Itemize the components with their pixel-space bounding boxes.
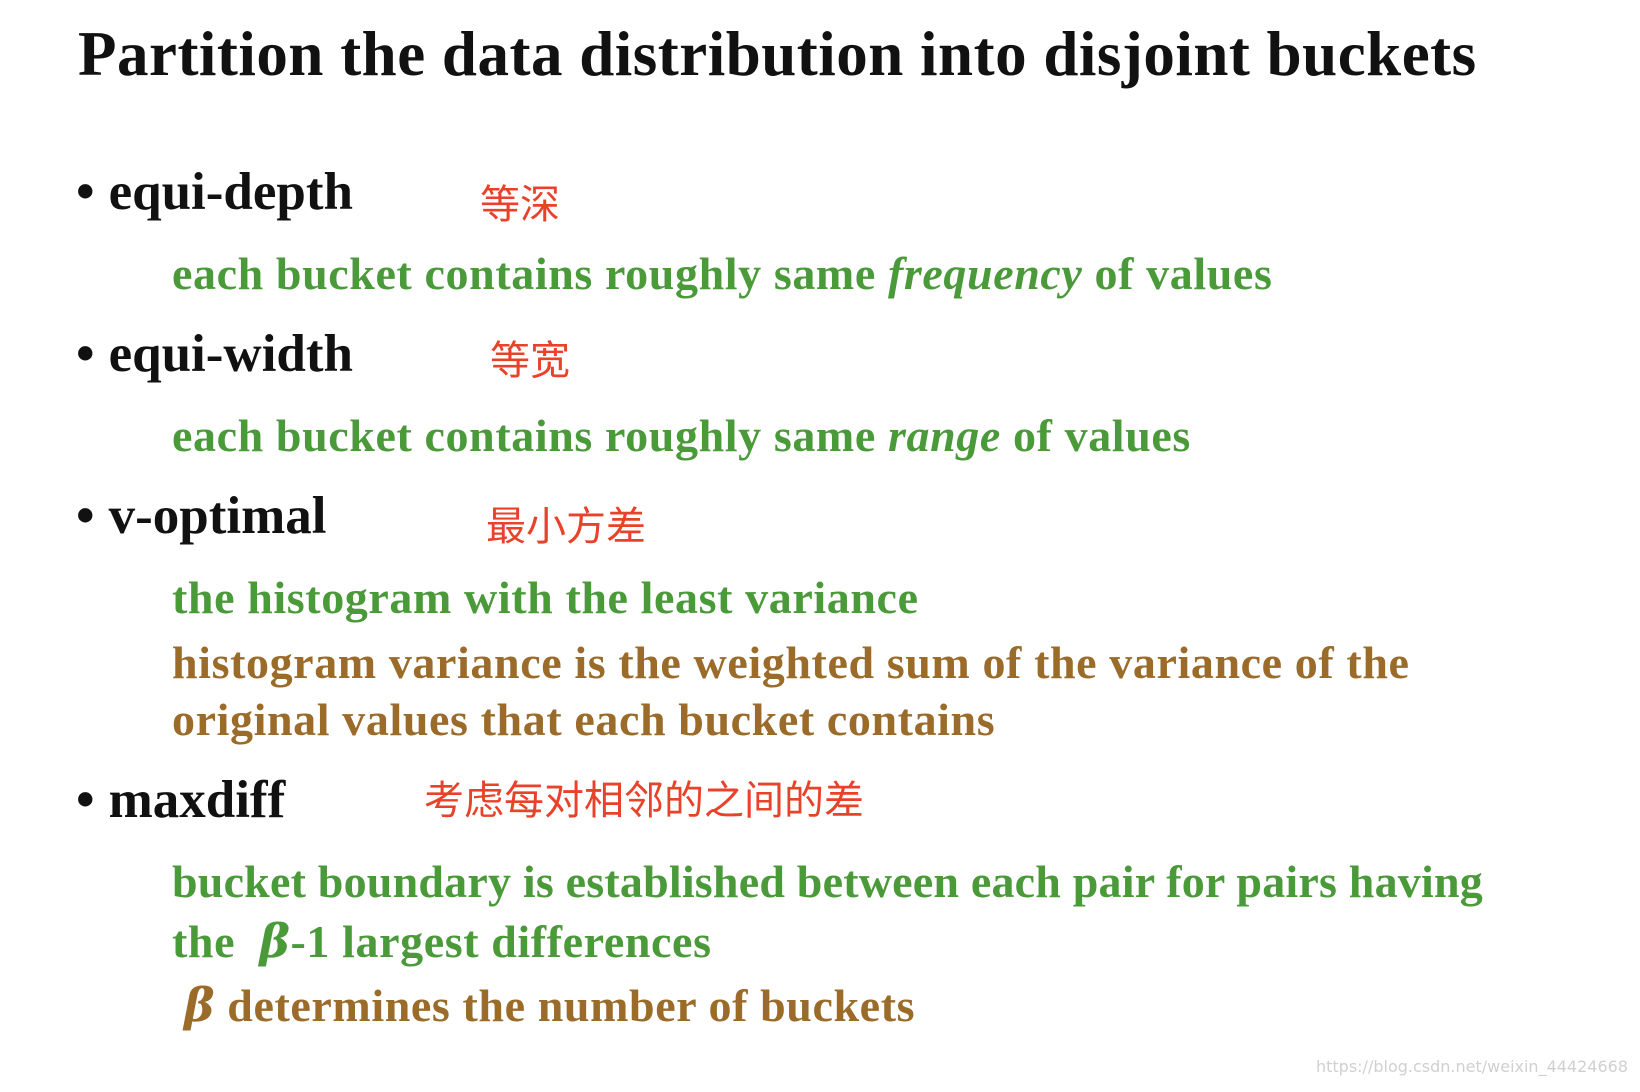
desc-maxdiff-line-2: the β-1 largest differences	[172, 914, 712, 968]
slide-title: Partition the data distribution into dis…	[78, 19, 1477, 89]
desc-text: of values	[1000, 410, 1191, 461]
desc-v-optimal-green: the histogram with the least variance	[172, 572, 919, 623]
zh-label-v-optimal: 最小方差	[486, 504, 646, 550]
beta-symbol: β	[184, 978, 216, 1032]
zh-label-maxdiff: 考虑每对相邻的之间的差	[424, 778, 864, 824]
desc-text: -1 largest differences	[290, 916, 712, 967]
term-equi-width: equi-width	[108, 325, 354, 383]
bullet-equi-depth: • equi-depth	[76, 162, 353, 222]
desc-equi-width: each bucket contains roughly same range …	[172, 409, 1191, 462]
bullet-dot: •	[76, 487, 95, 545]
desc-text: of values	[1082, 248, 1273, 299]
zh-label-equi-width: 等宽	[490, 338, 570, 384]
desc-v-optimal-brown-1: histogram variance is the weighted sum o…	[172, 637, 1410, 688]
desc-v-optimal-brown-2: original values that each bucket contain…	[172, 694, 996, 745]
desc-maxdiff-line-3: β determines the number of buckets	[184, 978, 915, 1032]
term-equi-depth: equi-depth	[108, 163, 354, 221]
bullet-maxdiff: • maxdiff	[76, 770, 285, 830]
bullet-dot: •	[76, 163, 95, 221]
bullet-dot: •	[76, 771, 95, 829]
watermark: https://blog.csdn.net/weixin_44424668	[1315, 1057, 1628, 1076]
desc-text: the	[172, 916, 260, 967]
beta-symbol: β	[259, 914, 291, 968]
desc-text: determines the number of buckets	[215, 980, 916, 1031]
desc-equi-depth: each bucket contains roughly same freque…	[172, 247, 1272, 300]
term-maxdiff: maxdiff	[108, 771, 286, 829]
zh-label-equi-depth: 等深	[480, 182, 560, 228]
bullet-v-optimal: • v-optimal	[76, 486, 326, 546]
desc-emphasis: range	[887, 410, 1001, 461]
bullet-equi-width: • equi-width	[76, 324, 353, 384]
desc-text: each bucket contains roughly same	[172, 410, 888, 461]
desc-maxdiff-line-1: bucket boundary is established between e…	[172, 856, 1483, 907]
bullet-dot: •	[76, 325, 95, 383]
term-v-optimal: v-optimal	[108, 487, 327, 545]
desc-emphasis: frequency	[887, 248, 1083, 299]
desc-text: each bucket contains roughly same	[172, 248, 888, 299]
